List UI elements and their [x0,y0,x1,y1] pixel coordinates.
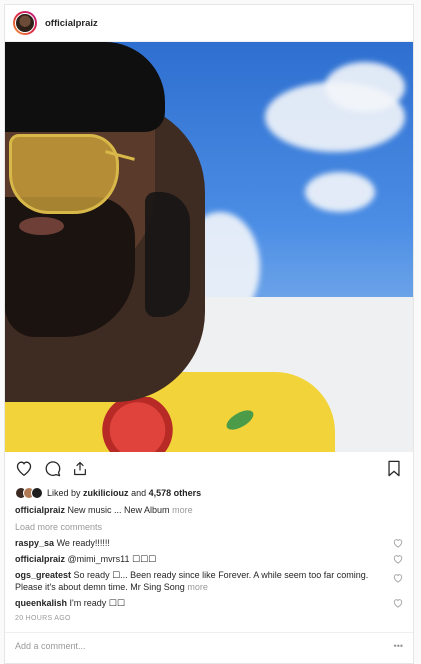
comment: queenkalish I'm ready ☐☐ [5,595,413,611]
likes-row: Liked by zukiliciouz and 4,578 others [5,484,413,502]
liked-by-and: and [131,488,147,498]
instagram-post: officialpraiz Liked by zukiliciouz and 4… [4,4,414,664]
comment-like-icon[interactable] [393,554,403,564]
comment-more-link[interactable]: more [187,582,208,592]
profile-avatar[interactable] [13,11,37,35]
comment-text: We ready!!!!!! [56,538,110,548]
comment-username[interactable]: ogs_greatest [15,570,71,580]
liker-avatar[interactable] [31,487,43,499]
comment: officialpraiz @mimi_mvrs11 ☐☐☐ [5,551,413,567]
load-more-comments[interactable]: Load more comments [5,519,413,535]
comment: raspy_sa We ready!!!!!! [5,535,413,551]
durag [5,42,165,132]
comment-text: I'm ready ☐☐ [69,598,125,608]
avatar-image [15,13,35,33]
post-header: officialpraiz [5,5,413,42]
comment-body: ogs_greatest So ready ☐... Been ready si… [15,569,393,593]
comment-like-icon[interactable] [393,538,403,548]
post-timestamp[interactable]: 20 HOURS AGO [5,611,413,626]
comment-like-icon[interactable] [393,573,403,583]
comment-username[interactable]: queenkalish [15,598,67,608]
comment-body: raspy_sa We ready!!!!!! [15,537,393,549]
post-username[interactable]: officialpraiz [45,18,98,29]
comment-text: @mimi_mvrs11 ☐☐☐ [67,554,157,564]
bookmark-icon[interactable] [383,457,405,479]
comment-username[interactable]: officialpraiz [15,554,65,564]
likes-count[interactable]: 4,578 others [149,488,202,498]
add-comment-bar: Add a comment... ••• [5,632,413,659]
liked-by-user[interactable]: zukiliciouz [83,488,129,498]
lips [19,217,64,235]
cloud [305,172,375,212]
post-photo[interactable] [5,42,413,452]
durag-tail [145,192,190,317]
caption-text: New music ... New Album [67,505,170,515]
caption-more-link[interactable]: more [172,505,193,515]
liked-by-prefix: Liked by [47,488,81,498]
share-icon[interactable] [69,457,91,479]
caption: officialpraiz New music ... New Album mo… [5,502,413,519]
heart-icon[interactable] [13,457,35,479]
cloud [325,62,405,112]
comment-body: queenkalish I'm ready ☐☐ [15,597,393,609]
caption-username[interactable]: officialpraiz [15,505,65,515]
rose-graphic [100,397,175,452]
comment-body: officialpraiz @mimi_mvrs11 ☐☐☐ [15,553,393,565]
comment-icon[interactable] [41,457,63,479]
comment: ogs_greatest So ready ☐... Been ready si… [5,567,413,595]
comment-username[interactable]: raspy_sa [15,538,54,548]
likes-text: Liked by zukiliciouz and 4,578 others [47,488,201,498]
comment-like-icon[interactable] [393,598,403,608]
action-bar [5,452,413,484]
sunglasses [9,134,119,214]
